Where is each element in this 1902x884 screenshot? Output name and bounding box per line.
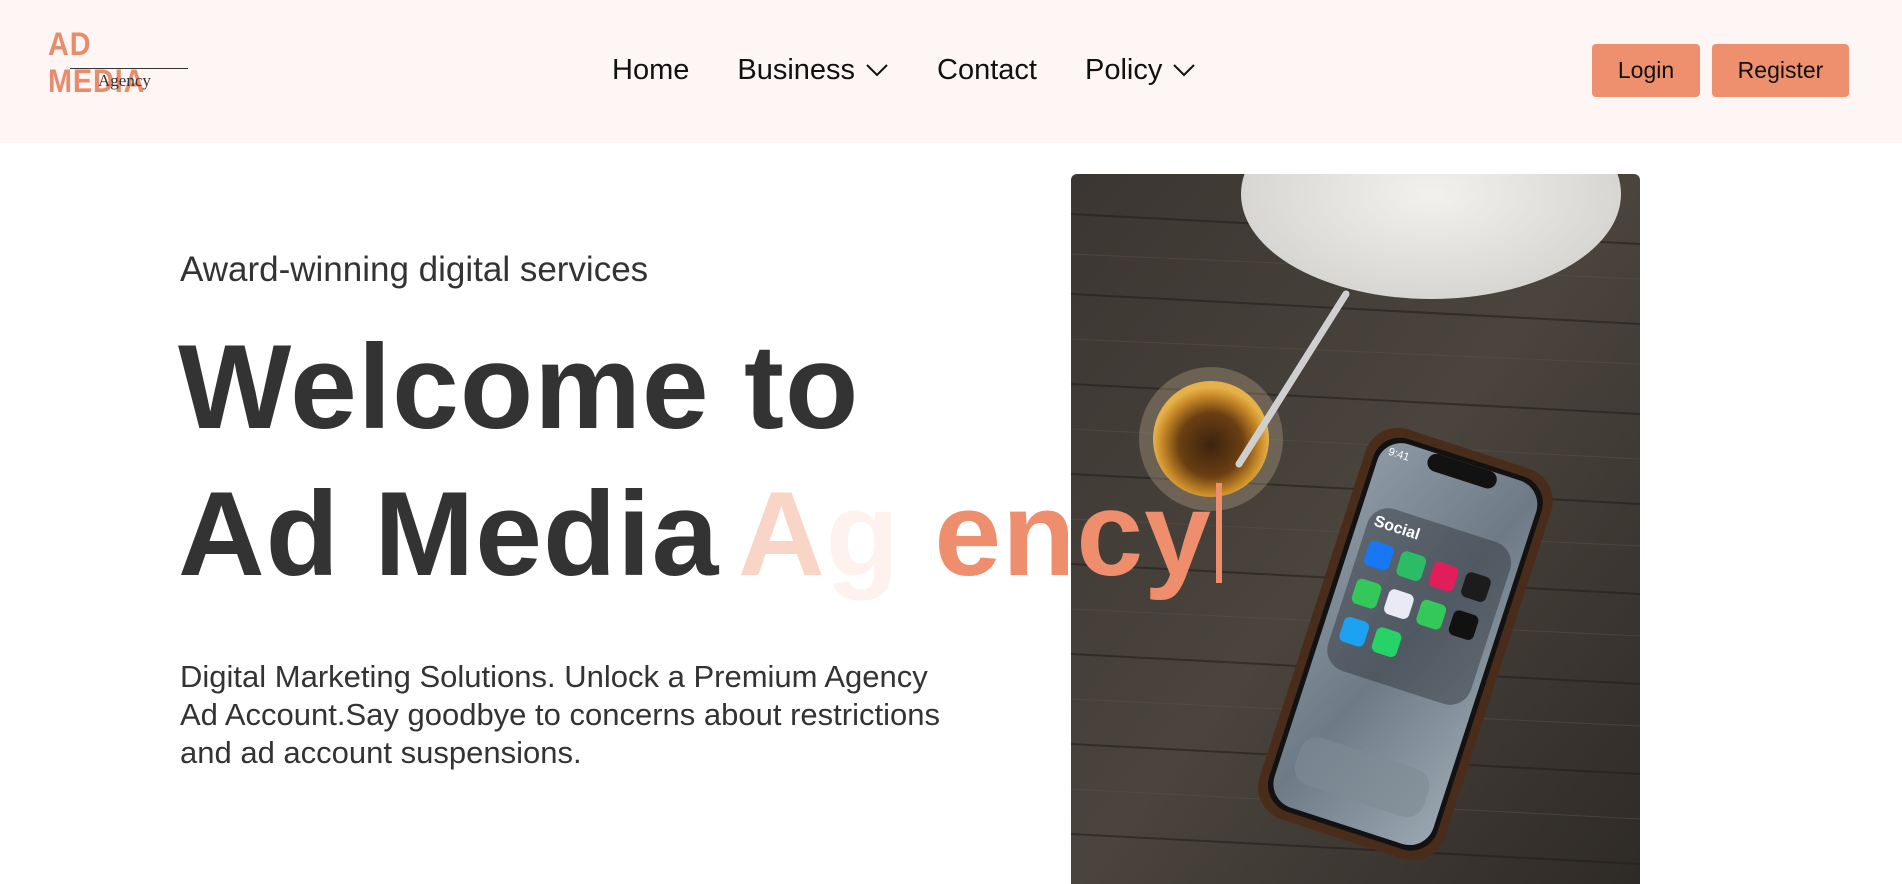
nav-contact[interactable]: Contact xyxy=(937,54,1037,87)
logo-subtitle: Agency xyxy=(98,71,151,90)
typed-char-fading: A xyxy=(738,467,826,601)
login-button[interactable]: Login xyxy=(1592,44,1700,97)
nav-business-label: Business xyxy=(737,53,856,86)
hero-eyebrow: Award-winning digital services xyxy=(180,250,649,289)
hero-title-line1: Welcome to xyxy=(178,320,860,454)
main-nav: Home Business Contact Policy xyxy=(612,50,1196,90)
logo-divider xyxy=(70,68,188,69)
nav-policy[interactable]: Policy xyxy=(1085,54,1196,87)
typed-char-faded: g xyxy=(825,467,900,601)
hero-title-line2: Ad Media xyxy=(178,467,720,601)
brand-logo[interactable]: AD MEDIA Agency xyxy=(48,26,198,99)
nav-home[interactable]: Home xyxy=(612,54,689,87)
typed-text: Ag ency xyxy=(738,465,1222,603)
nav-home-label: Home xyxy=(612,53,690,86)
typing-caret xyxy=(1215,483,1222,583)
chevron-down-icon xyxy=(866,64,888,77)
nav-business[interactable]: Business xyxy=(737,54,889,87)
chevron-down-icon xyxy=(1173,64,1196,77)
hero-description: Digital Marketing Solutions. Unlock a Pr… xyxy=(180,659,940,770)
site-header: AD MEDIA Agency Home Business Contact Po… xyxy=(0,0,1902,143)
nav-contact-label: Contact xyxy=(937,53,1037,86)
typed-text-visible: ency xyxy=(899,467,1212,601)
register-button[interactable]: Register xyxy=(1712,44,1849,97)
nav-policy-label: Policy xyxy=(1084,53,1163,86)
